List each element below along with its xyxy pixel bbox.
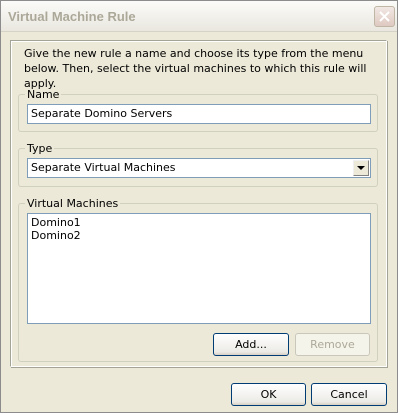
virtual-machines-list[interactable]: Domino1 Domino2 bbox=[27, 213, 371, 324]
rule-name-input[interactable]: Separate Domino Servers bbox=[27, 104, 371, 124]
list-item[interactable]: Domino2 bbox=[31, 229, 367, 242]
add-button[interactable]: Add... bbox=[213, 333, 289, 356]
remove-button[interactable]: Remove bbox=[295, 333, 370, 356]
close-button[interactable] bbox=[374, 6, 395, 27]
ok-button[interactable]: OK bbox=[231, 383, 306, 406]
rule-type-dropdown-button[interactable] bbox=[353, 160, 369, 176]
title-bar[interactable]: Virtual Machine Rule bbox=[1, 1, 397, 32]
list-item[interactable]: Domino1 bbox=[31, 216, 367, 229]
rule-type-selected-value: Separate Virtual Machines bbox=[31, 161, 176, 174]
type-group-label: Type bbox=[27, 142, 53, 155]
rule-type-select[interactable]: Separate Virtual Machines bbox=[27, 158, 371, 178]
name-group-label: Name bbox=[27, 88, 60, 101]
chevron-down-icon bbox=[357, 166, 365, 170]
close-icon bbox=[379, 11, 390, 22]
virtual-machines-group-label: Virtual Machines bbox=[27, 197, 119, 210]
cancel-button[interactable]: Cancel bbox=[311, 383, 387, 406]
intro-text: Give the new rule a name and choose its … bbox=[24, 47, 367, 90]
window-title: Virtual Machine Rule bbox=[8, 9, 136, 24]
